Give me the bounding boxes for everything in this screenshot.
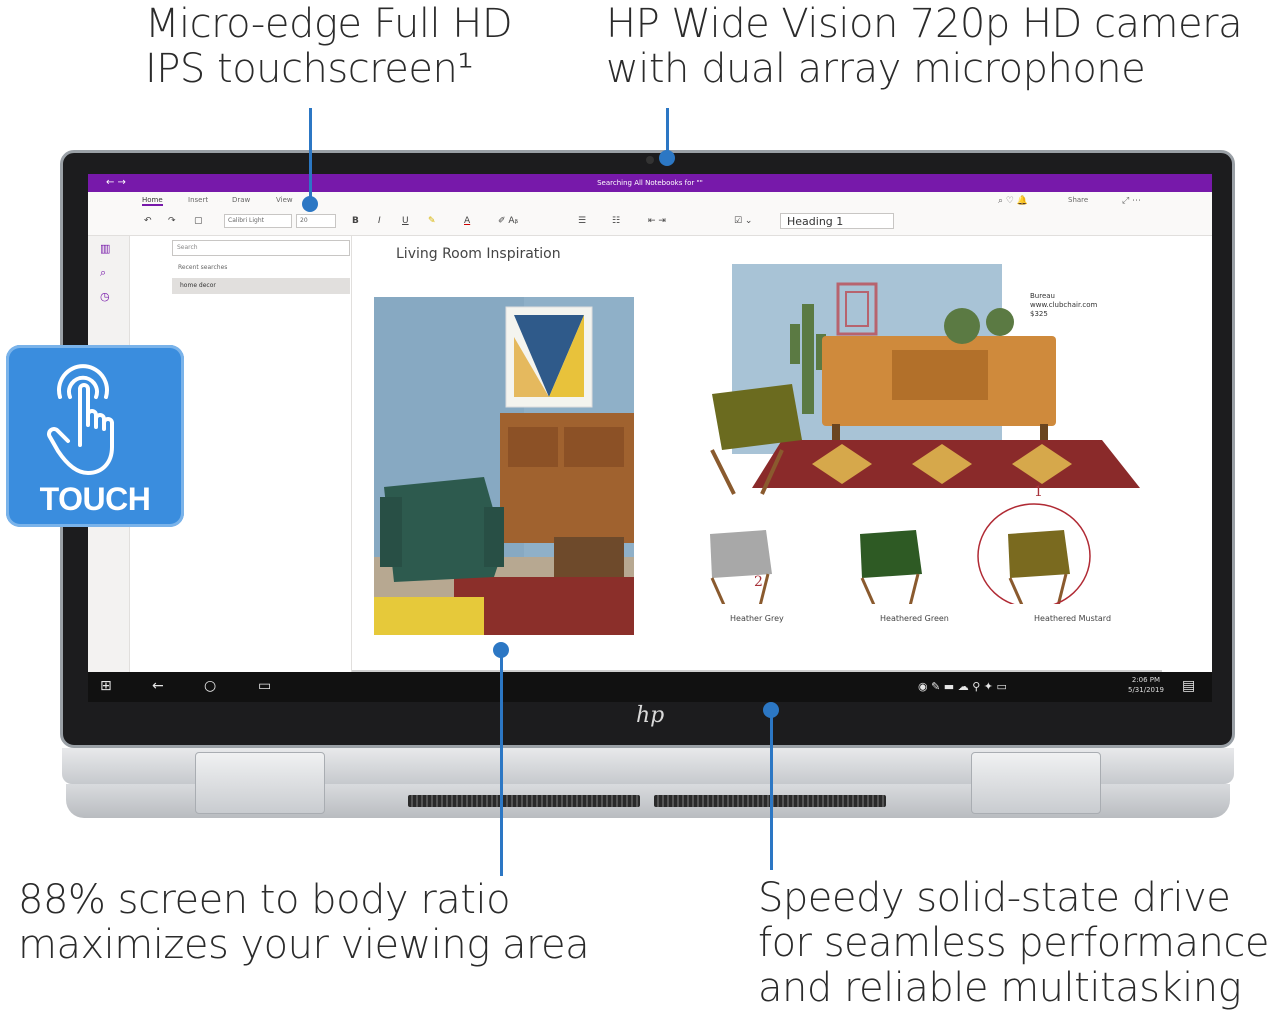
redo-icon[interactable]: ↷ — [168, 216, 176, 226]
format-painter-icon[interactable]: ✐ Aᵦ — [498, 216, 518, 226]
leader-touchscreen — [309, 108, 312, 202]
tab-view[interactable]: View — [276, 196, 293, 204]
leader-camera — [666, 108, 669, 154]
dot-ssd — [763, 702, 779, 718]
notebooks-icon[interactable]: ▥ — [100, 242, 110, 255]
cortana-icon[interactable]: ○ — [204, 678, 216, 694]
clipboard-icon[interactable]: ▢ — [194, 216, 203, 226]
highlight-icon[interactable]: ✎ — [428, 216, 436, 226]
recent-searches-label: Recent searches — [178, 264, 228, 271]
living-room-photo — [374, 297, 634, 635]
window-title: Searching All Notebooks for "" — [597, 179, 703, 187]
notifications-icon[interactable]: ▤ — [1182, 678, 1195, 694]
bullets-icon[interactable]: ☰ — [578, 216, 586, 226]
search-icon[interactable]: ⌕ — [100, 266, 106, 280]
indent-icons[interactable]: ⇤ ⇥ — [648, 216, 666, 226]
vent-left — [408, 795, 640, 807]
tab-draw[interactable]: Draw — [232, 196, 250, 204]
chair-label-mustard: Heathered Mustard — [1034, 614, 1112, 623]
leader-screen-ratio — [500, 650, 503, 876]
moodboard: Bureau www.clubchair.com $325 Heather Grey… — [682, 264, 1212, 623]
chair-label-green: Heathered Green — [880, 614, 949, 623]
recent-icon[interactable]: ◷ — [100, 290, 110, 303]
underline-icon[interactable]: U — [402, 216, 409, 226]
font-color-icon[interactable]: A — [464, 216, 470, 226]
windows-start-icon[interactable]: ⊞ — [100, 678, 112, 694]
search-input[interactable]: Search — [172, 240, 350, 256]
bureau-note: Bureau www.clubchair.com $325 — [1030, 292, 1098, 318]
callout-touchscreen: Micro-edge Full HD IPS touchscreen¹ — [145, 1, 513, 92]
page-title[interactable]: Living Room Inspiration — [396, 246, 561, 262]
style-dropdown[interactable]: Heading 1 — [780, 213, 894, 229]
screen: ← → Searching All Notebooks for "" Home … — [88, 174, 1212, 702]
hp-logo: hp — [636, 703, 665, 728]
callout-screen-ratio: 88% screen to body ratio maximizes your v… — [18, 877, 590, 968]
hinge-right — [971, 752, 1101, 814]
italic-icon[interactable]: I — [378, 216, 381, 226]
numbering-icon[interactable]: ☷ — [612, 216, 620, 226]
leader-ssd — [770, 710, 773, 870]
webcam — [646, 156, 654, 164]
bold-icon[interactable]: B — [352, 216, 359, 226]
checkbox-icon[interactable]: ☑ ⌄ — [734, 216, 752, 226]
touch-badge: TOUCH — [6, 345, 184, 527]
font-name-field[interactable]: Calibri Light — [224, 214, 292, 228]
page-canvas[interactable]: Living Room Inspiration Bureau www.clubc… — [352, 236, 1212, 672]
tab-home[interactable]: Home — [142, 196, 163, 206]
share-button[interactable]: Share — [1068, 196, 1088, 204]
back-icon[interactable]: ← — [152, 678, 164, 694]
annotation-2: 2 — [754, 574, 763, 590]
callout-camera: HP Wide Vision 720p HD camera with dual a… — [606, 1, 1243, 92]
expand-icon[interactable]: ⤢ ⋯ — [1122, 196, 1141, 206]
chair-label-grey: Heather Grey — [730, 614, 784, 623]
undo-icon[interactable]: ↶ — [144, 216, 152, 226]
tab-insert[interactable]: Insert — [188, 196, 208, 204]
annotation-1: 1 — [1034, 484, 1043, 500]
ribbon-toolbar: ↶ ↷ ▢ Calibri Light 20 B I U ✎ A ✐ Aᵦ ☰ … — [88, 208, 1212, 236]
system-tray-icons[interactable]: ◉ ✎ ▬ ☁ ⚲ ✦ ▭ — [918, 680, 1007, 693]
font-size-field[interactable]: 20 — [296, 214, 336, 228]
taskbar: ⊞ ← ○ ▭ ◉ ✎ ▬ ☁ ⚲ ✦ ▭ 2:06 PM 5/31/2019 ▤ — [88, 672, 1212, 702]
callout-ssd: Speedy solid-state drive for seamless per… — [758, 875, 1269, 1011]
hinge-left — [195, 752, 325, 814]
clock[interactable]: 2:06 PM 5/31/2019 — [1128, 676, 1164, 696]
ribbon-right-icons[interactable]: ⌕ ♡ 🔔 — [998, 196, 1028, 206]
recent-search-item[interactable]: home decor — [172, 278, 350, 294]
task-view-icon[interactable]: ▭ — [258, 678, 271, 694]
dot-screen-ratio — [493, 642, 509, 658]
ribbon-tabs: Home Insert Draw View ⌕ ♡ 🔔 Share ⤢ ⋯ — [88, 192, 1212, 208]
dot-camera — [659, 150, 675, 166]
touch-hand-icon — [47, 364, 114, 475]
touch-label: TOUCH — [39, 481, 151, 517]
onenote-title-bar: ← → Searching All Notebooks for "" — [88, 174, 1212, 192]
dot-touchscreen — [302, 196, 318, 212]
